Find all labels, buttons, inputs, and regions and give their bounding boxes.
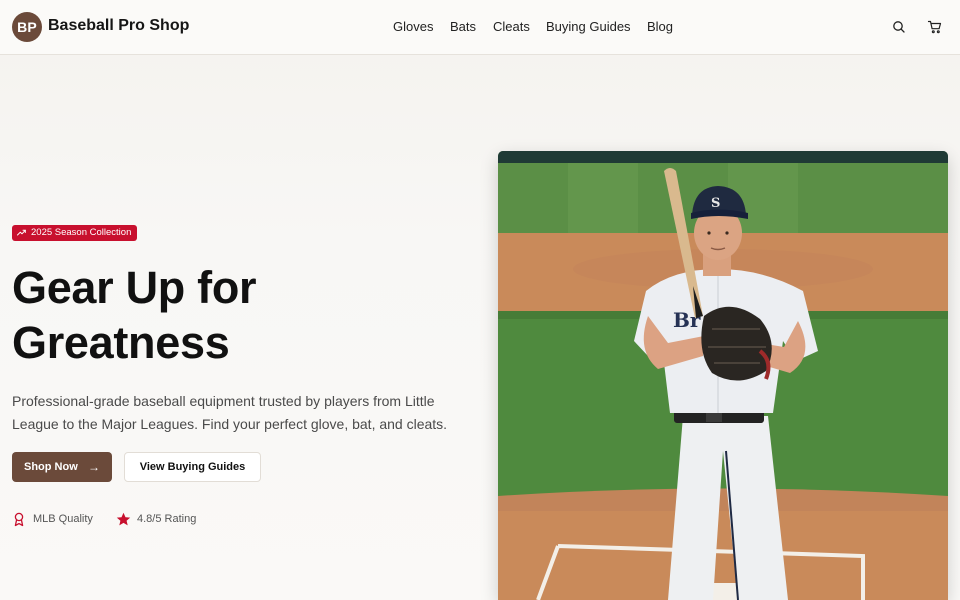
trending-up-icon (17, 225, 26, 241)
season-badge: 2025 Season Collection (12, 225, 138, 241)
hero-headline: Gear Up for Greatness (12, 260, 442, 370)
trust-label-rating: 4.8/5 Rating (137, 513, 197, 525)
trust-label-mlb-quality: MLB Quality (33, 513, 93, 525)
nav-link-gloves[interactable]: Gloves (393, 19, 433, 34)
trust-item-rating: 4.8/5 Rating (116, 511, 226, 527)
hero-headline-line-1: Gear Up for (12, 262, 257, 313)
star-icon (116, 512, 131, 526)
main-nav: Gloves Bats Cleats Buying Guides Blog (0, 19, 960, 37)
nav-link-buying-guides[interactable]: Buying Guides (546, 19, 631, 34)
nav-link-blog[interactable]: Blog (647, 19, 673, 34)
svg-text:S: S (711, 196, 720, 211)
hero-subtext: Professional-grade baseball equipment tr… (12, 393, 448, 432)
arrow-right-icon: → (88, 460, 100, 474)
shop-now-button[interactable]: Shop Now → (12, 452, 112, 482)
site-header: BP Baseball Pro Shop Gloves Bats Cleats … (0, 0, 960, 55)
season-badge-label: 2025 Season Collection (31, 227, 132, 238)
nav-link-bats[interactable]: Bats (450, 19, 476, 34)
award-ribbon-icon (14, 512, 24, 527)
page: BP Baseball Pro Shop Gloves Bats Cleats … (0, 0, 960, 600)
shop-now-label: Shop Now (24, 461, 78, 473)
search-icon[interactable] (891, 19, 907, 35)
trust-item-mlb-quality: MLB Quality (12, 511, 112, 527)
view-buying-guides-button[interactable]: View Buying Guides (124, 452, 261, 482)
cart-icon[interactable] (927, 19, 943, 35)
nav-link-cleats[interactable]: Cleats (493, 19, 530, 34)
hero-image-batter: Br S (498, 151, 948, 600)
hero-headline-line-2: Greatness (12, 317, 230, 368)
